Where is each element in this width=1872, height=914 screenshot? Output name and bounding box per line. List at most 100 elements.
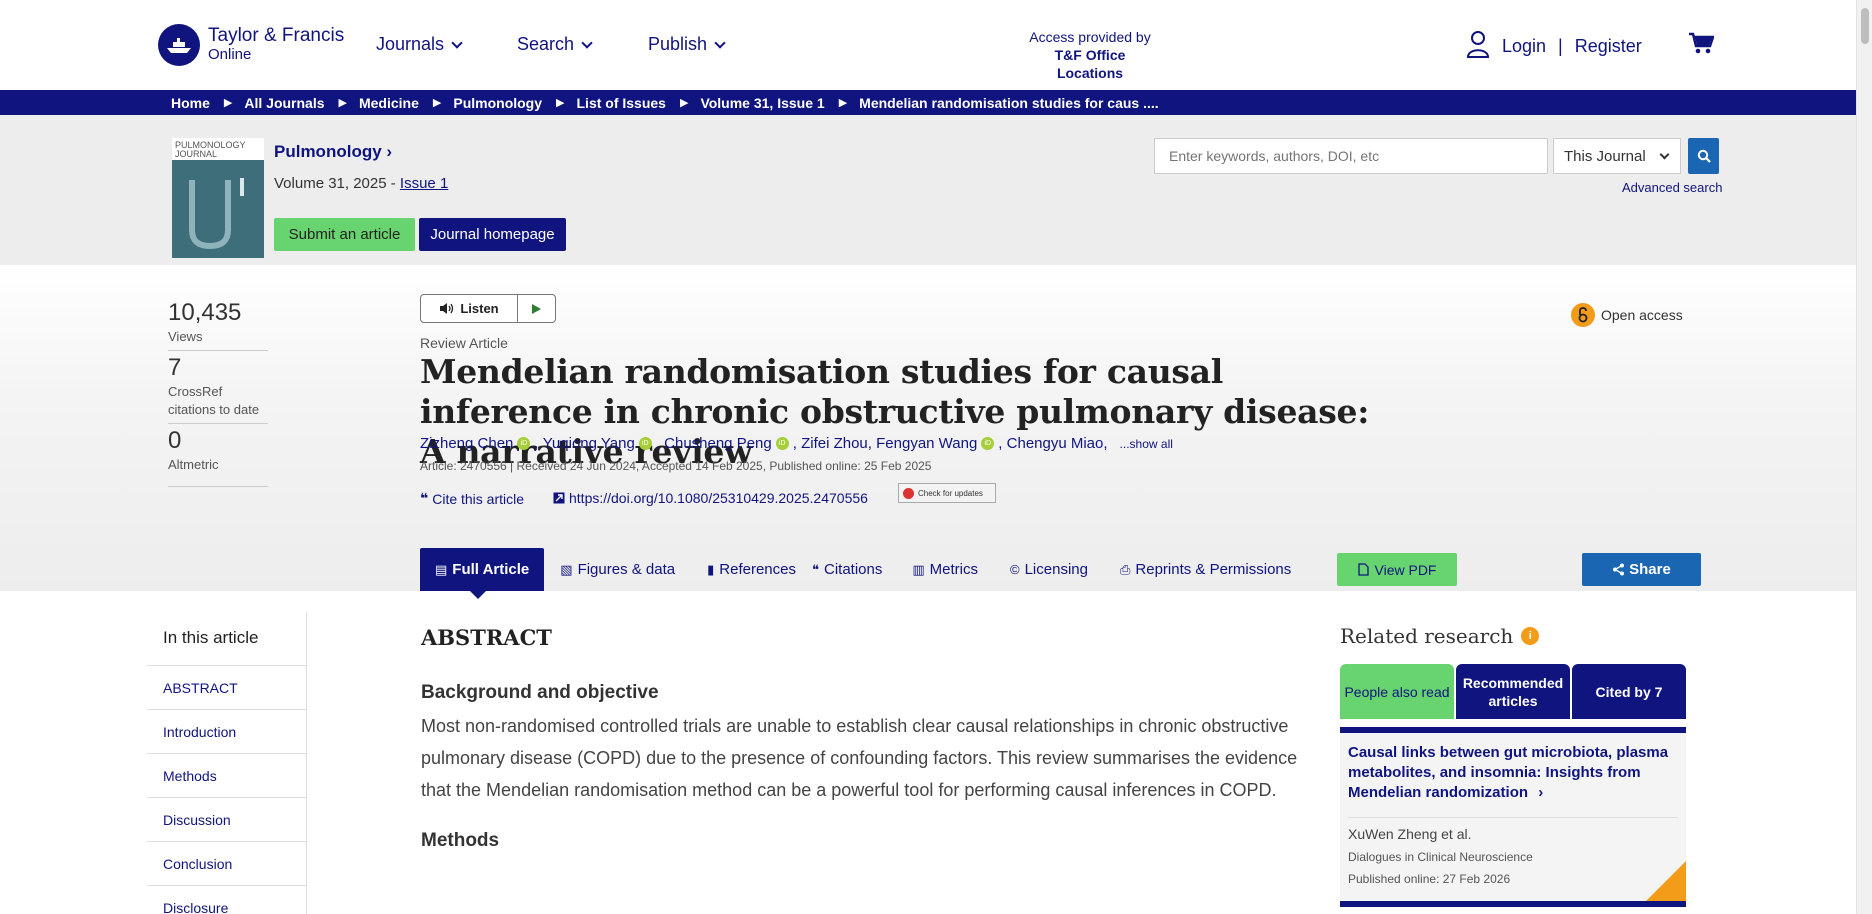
register-link[interactable]: Register [1575, 36, 1642, 57]
metric-altmetric: 0 Altmetric [168, 424, 268, 487]
tab-citations[interactable]: ❝ Citations [812, 548, 896, 591]
journal-cover[interactable]: PULMONOLOGY JOURNAL [172, 138, 264, 258]
tandf-logo[interactable]: Taylor & Francis Online [158, 24, 344, 66]
crumb-medicine[interactable]: Medicine [359, 95, 419, 111]
tab-cited-by[interactable]: Cited by 7 [1572, 664, 1686, 719]
quote-icon: ❝ [420, 490, 429, 506]
search-scope-select[interactable]: This Journal [1553, 138, 1681, 174]
orcid-icon[interactable]: iD [517, 437, 531, 450]
crumb-arrow-icon: ▶ [338, 97, 347, 109]
logo-text: Taylor & Francis Online [208, 26, 344, 64]
toc-item-abstract[interactable]: ABSTRACT [147, 666, 306, 710]
open-access-label: Open access [1601, 307, 1683, 323]
search-icon [1697, 149, 1711, 163]
external-link-icon [553, 492, 565, 504]
toc-item-introduction[interactable]: Introduction [147, 710, 306, 754]
journal-title-link[interactable]: Pulmonology › [274, 142, 392, 162]
orcid-icon[interactable]: iD [775, 437, 789, 450]
orcid-icon[interactable]: iD [638, 437, 652, 450]
tab-recommended-articles[interactable]: Recommended articles [1456, 664, 1570, 719]
toc-item-disclosure[interactable]: Disclosure [147, 886, 306, 914]
toc-item-discussion[interactable]: Discussion [147, 798, 306, 842]
abstract-subheading-background: Background and objective [421, 682, 659, 703]
tab-metrics[interactable]: ▥ Metrics [896, 548, 994, 591]
author-link[interactable]: Chengyu Miao [1007, 435, 1104, 452]
abstract-subheading-methods: Methods [421, 830, 500, 851]
author-link[interactable]: Chusheng Peng [664, 435, 772, 452]
login-link[interactable]: Login [1502, 36, 1546, 57]
tab-label: References [719, 561, 796, 578]
check-for-updates-badge[interactable]: Check for updates [898, 483, 996, 503]
user-icon[interactable] [1466, 30, 1490, 63]
doi-link[interactable]: https://doi.org/10.1080/25310429.2025.24… [553, 490, 868, 506]
view-pdf-button[interactable]: View PDF [1337, 553, 1457, 586]
article-metrics: 10,435 Views 7 CrossRef citations to dat… [168, 296, 268, 487]
related-bottom-bar [1340, 901, 1686, 907]
share-button[interactable]: Share [1582, 553, 1701, 586]
listen-button[interactable]: Listen [421, 295, 518, 322]
tab-licensing[interactable]: © Licensing [994, 548, 1104, 591]
breadcrumb: Home ▶ All Journals ▶ Medicine ▶ Pulmono… [0, 90, 1856, 115]
author-link[interactable]: Zifei Zhou [801, 435, 868, 452]
nav-publish[interactable]: Publish [648, 34, 726, 55]
login-separator: | [1558, 36, 1563, 56]
search-input[interactable] [1154, 138, 1548, 174]
cart-icon[interactable] [1688, 32, 1715, 59]
author-link[interactable]: Yuqiong Yang [543, 435, 635, 452]
crumb-arrow-icon: ▶ [679, 97, 689, 109]
copyright-icon: © [1010, 562, 1020, 577]
article-info: Article: 2470556 | Received 24 Jun 2024,… [420, 459, 932, 473]
chevron-down-icon [1659, 149, 1670, 160]
tab-people-also-read[interactable]: People also read [1340, 664, 1454, 719]
scrollbar-thumb[interactable] [1861, 8, 1869, 44]
chevron-right-icon: › [1538, 784, 1544, 801]
cite-article-link[interactable]: ❝ Cite this article [420, 490, 524, 507]
article-type: Review Article [420, 335, 508, 351]
crumb-list-of-issues[interactable]: List of Issues [577, 95, 666, 111]
nav-journals-label: Journals [376, 34, 445, 54]
crumb-all-journals[interactable]: All Journals [244, 95, 324, 111]
open-access-icon [1571, 303, 1595, 327]
journal-homepage-button[interactable]: Journal homepage [419, 218, 566, 251]
metric-label: Views [168, 329, 203, 344]
play-icon [532, 303, 541, 314]
related-tabs: People also read Recommended articles Ci… [1340, 664, 1686, 719]
toc-item-conclusion[interactable]: Conclusion [147, 842, 306, 886]
play-button[interactable] [518, 295, 555, 322]
check-updates-label: Check for updates [918, 488, 983, 498]
related-article-journal: Dialogues in Clinical Neuroscience [1348, 850, 1533, 864]
nav-search[interactable]: Search [517, 34, 593, 55]
toc-heading: In this article [147, 612, 306, 666]
orcid-icon[interactable]: iD [981, 437, 995, 450]
chevron-down-icon [714, 36, 726, 49]
submit-article-button[interactable]: Submit an article [274, 218, 415, 251]
toc-item-methods[interactable]: Methods [147, 754, 306, 798]
author-link[interactable]: Zizheng Chen [420, 435, 513, 452]
crumb-volume-issue[interactable]: Volume 31, Issue 1 [700, 95, 824, 111]
related-article-title-link[interactable]: Causal links between gut microbiota, pla… [1348, 743, 1678, 818]
tab-full-article[interactable]: ▤ Full Article [420, 548, 545, 591]
quote-icon: ❝ [812, 561, 819, 577]
article-tabs: ▤ Full Article ▧ Figures & data ▮ Reference… [420, 548, 1307, 591]
issue-link[interactable]: Issue 1 [400, 175, 448, 192]
tab-reprints-permissions[interactable]: ⎙ Reprints & Permissions [1104, 548, 1307, 591]
nav-journals[interactable]: Journals [376, 34, 463, 55]
advanced-search-link[interactable]: Advanced search [1622, 180, 1722, 195]
tab-references[interactable]: ▮ References [691, 548, 812, 591]
listen-widget: Listen [420, 294, 556, 323]
related-research: Related research i People also read Reco… [1340, 624, 1686, 907]
crumb-home[interactable]: Home [171, 95, 210, 111]
metric-value: 7 [168, 354, 182, 381]
search-button[interactable] [1688, 138, 1719, 174]
show-all-authors-link[interactable]: ...show all [1120, 437, 1173, 451]
page-scrollbar[interactable] [1856, 0, 1872, 914]
author-link[interactable]: Fengyan Wang [876, 435, 977, 452]
cover-title: PULMONOLOGY JOURNAL [172, 138, 264, 160]
related-article-card: Causal links between gut microbiota, pla… [1340, 733, 1686, 901]
info-icon[interactable]: i [1521, 627, 1540, 645]
tab-label: Citations [824, 561, 883, 578]
metric-views: 10,435 Views [168, 296, 268, 351]
tab-figures-data[interactable]: ▧ Figures & data [544, 548, 691, 591]
abstract-paragraph: Most non-randomised controlled trials ar… [421, 716, 1298, 800]
crumb-pulmonology[interactable]: Pulmonology [453, 95, 542, 111]
